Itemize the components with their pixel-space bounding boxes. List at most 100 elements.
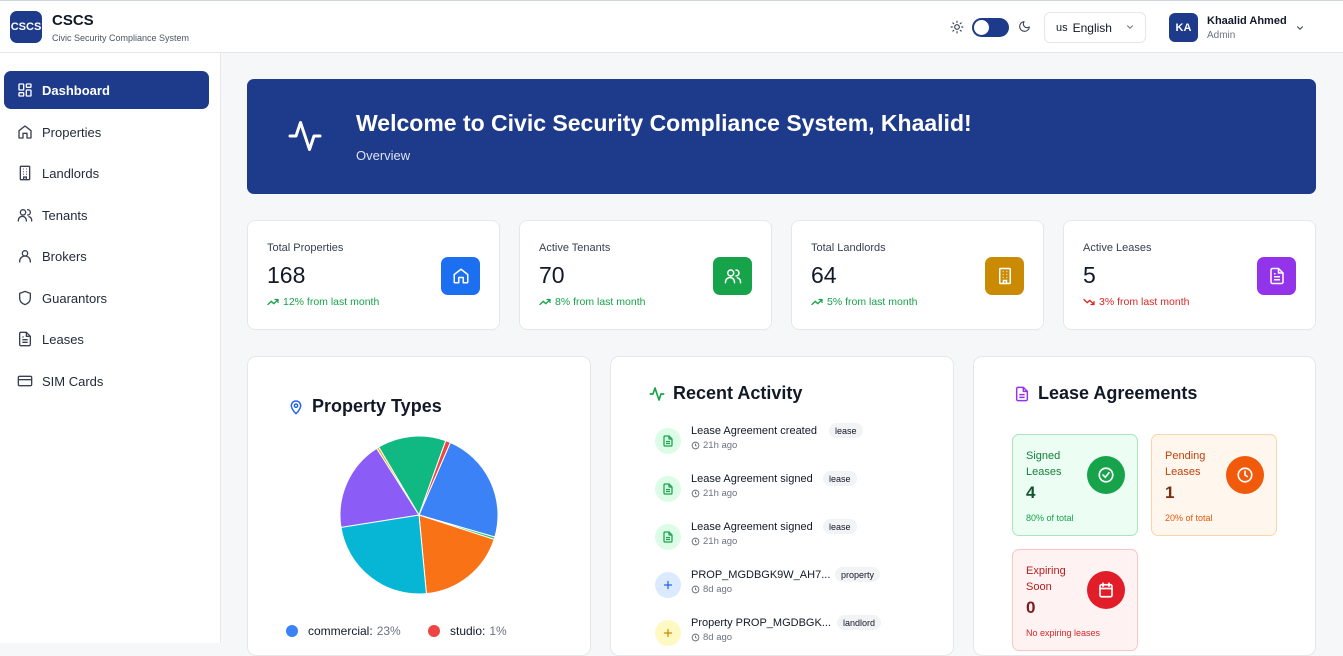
activity-item[interactable]: PROP_MGDBGK9W_AH7... property 8d ago (655, 567, 935, 607)
map-pin-icon (290, 399, 302, 414)
sidebar: Dashboard Properties Landlords Tenants B… (0, 53, 221, 643)
stat-value: 168 (267, 262, 306, 288)
welcome-subtitle: Overview (356, 148, 411, 163)
activity-time: 21h ago (691, 536, 737, 547)
sidebar-item-label: Leases (42, 331, 84, 347)
stat-icon-box (713, 257, 752, 295)
legend-swatch (428, 625, 440, 637)
recent-activity-title-text: Recent Activity (673, 383, 803, 403)
app-name: CSCS (52, 12, 94, 29)
home-icon (453, 268, 468, 284)
trend-up-icon (267, 298, 279, 306)
welcome-banner: Welcome to Civic Security Compliance Sys… (247, 79, 1316, 194)
activity-tag: lease (829, 423, 863, 438)
property-types-title: Property Types (288, 396, 442, 417)
recent-activity-card: Recent Activity Lease Agreement created … (610, 356, 954, 656)
activity-tag: landlord (837, 615, 882, 630)
stat-card-total-landlords[interactable]: Total Landlords 64 5% from last month (791, 220, 1044, 330)
legend-item-studio: studio: 1% (428, 624, 507, 638)
sidebar-item-properties[interactable]: Properties (4, 113, 209, 151)
app-logo[interactable]: CSCS (10, 11, 42, 43)
pie-slice-other-3[interactable] (340, 514, 427, 595)
stat-card-active-tenants[interactable]: Active Tenants 70 8% from last month (519, 220, 772, 330)
activity-title: PROP_MGDBGK9W_AH7... (691, 569, 831, 581)
lease-card-icon (1087, 456, 1125, 494)
stat-icon-box (1257, 257, 1296, 295)
chevron-down-icon (1126, 25, 1134, 29)
sidebar-item-label: Guarantors (42, 290, 108, 306)
clock-icon (1237, 467, 1253, 483)
activity-item[interactable]: Lease Agreement signed lease 21h ago (655, 471, 935, 511)
document-icon (663, 483, 673, 495)
legend-label: studio: (450, 624, 486, 638)
activity-item[interactable]: Property PROP_MGDBGK... landlord 8d ago (655, 615, 935, 655)
user-name[interactable]: Khaalid Ahmed (1207, 15, 1287, 27)
sidebar-item-label: Dashboard (42, 82, 110, 98)
stat-card-total-properties[interactable]: Total Properties 168 12% from last month (247, 220, 500, 330)
clock-icon (691, 441, 700, 450)
lease-card-icon (1087, 571, 1125, 609)
legend-percent: 1% (489, 624, 507, 638)
theme-toggle[interactable] (972, 18, 1009, 37)
stat-trend: 3% from last month (1083, 296, 1189, 308)
sidebar-item-leases[interactable]: Leases (4, 320, 209, 358)
lease-card-title: Pending Leases (1165, 450, 1206, 478)
activity-title: Property PROP_MGDBGK... (691, 617, 831, 629)
document-icon (19, 331, 31, 347)
sidebar-item-dashboard[interactable]: Dashboard (4, 71, 209, 109)
lease-card-pending[interactable]: Pending Leases 1 20% of total (1151, 434, 1277, 536)
stat-label: Total Properties (267, 242, 344, 254)
trend-up-icon (539, 298, 551, 306)
activity-time-text: 8d ago (703, 632, 733, 643)
clock-icon (691, 633, 700, 642)
sidebar-item-tenants[interactable]: Tenants (4, 196, 209, 234)
moon-icon (1019, 21, 1030, 32)
building-icon (998, 267, 1011, 285)
activity-title: Lease Agreement signed (691, 473, 813, 485)
sidebar-item-label: Properties (42, 124, 102, 140)
building-icon (19, 165, 31, 181)
activity-item[interactable]: Lease Agreement signed lease 21h ago (655, 519, 935, 559)
sidebar-item-label: Landlords (42, 165, 100, 181)
sidebar-item-label: SIM Cards (42, 373, 104, 389)
property-types-card: Property Types (247, 356, 591, 656)
language-select[interactable]: us English (1044, 12, 1146, 43)
calendar-icon (1099, 582, 1113, 598)
top-bar: CSCS CSCS Civic Security Compliance Syst… (0, 0, 1343, 53)
activity-time: 21h ago (691, 440, 737, 451)
activity-icon-circle (655, 476, 681, 502)
stat-trend-text: 12% from last month (283, 296, 380, 308)
lease-card-signed[interactable]: Signed Leases 4 80% of total (1012, 434, 1138, 536)
home-icon (18, 125, 32, 139)
lease-card-value: 0 (1026, 598, 1036, 617)
sidebar-item-brokers[interactable]: Brokers (4, 237, 209, 275)
lease-card-value: 1 (1165, 483, 1175, 502)
flag-icon: us (1056, 21, 1068, 34)
activity-icon (288, 121, 322, 151)
stat-card-active-leases[interactable]: Active Leases 5 3% from last month (1063, 220, 1316, 330)
stat-trend-text: 8% from last month (555, 296, 646, 308)
sidebar-item-sim-cards[interactable]: SIM Cards (4, 362, 209, 400)
lease-agreements-title: Lease Agreements (1014, 383, 1197, 404)
activity-item[interactable]: Lease Agreement created lease 21h ago (655, 423, 935, 463)
activity-time: 8d ago (691, 632, 732, 643)
user-icon (19, 250, 31, 263)
lease-card-title: Expiring Soon (1026, 565, 1066, 593)
lease-card-expiring[interactable]: Expiring Soon 0 No expiring leases (1012, 549, 1138, 651)
property-types-pie-chart (339, 435, 499, 595)
app-subtitle: Civic Security Compliance System (52, 33, 190, 43)
sidebar-item-guarantors[interactable]: Guarantors (4, 279, 209, 317)
sidebar-item-landlords[interactable]: Landlords (4, 154, 209, 192)
document-icon (1015, 386, 1029, 401)
avatar[interactable]: KA (1169, 13, 1198, 42)
shield-icon (19, 290, 31, 306)
user-menu-chevron-icon[interactable] (1295, 23, 1305, 33)
activity-tag: lease (823, 519, 857, 534)
activity-tag: property (835, 567, 881, 582)
stat-trend: 5% from last month (811, 296, 917, 308)
activity-icon-circle (655, 428, 681, 454)
activity-icon (649, 386, 665, 401)
stat-label: Active Tenants (539, 242, 611, 254)
plus-icon (663, 628, 673, 638)
document-icon (663, 435, 673, 447)
